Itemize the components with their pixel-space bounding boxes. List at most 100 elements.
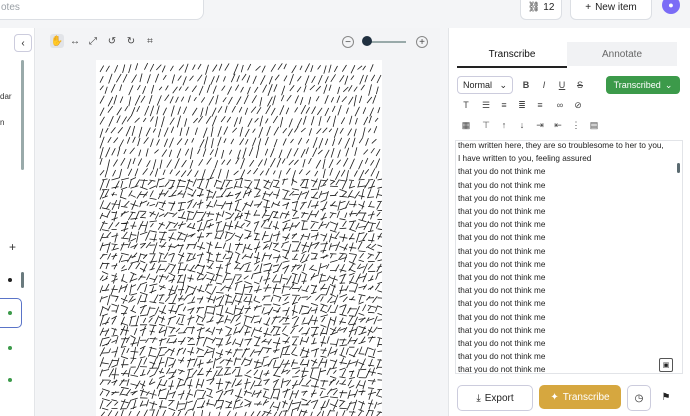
chevron-down-icon: ⌄: [499, 79, 507, 90]
list-scrollbar[interactable]: [21, 272, 24, 288]
left-item-label: dar: [0, 92, 12, 101]
link-button[interactable]: ∞: [553, 98, 567, 112]
indent-button[interactable]: ⇥: [533, 118, 547, 132]
rotate-right-tool[interactable]: ↻: [124, 34, 138, 48]
underline-button[interactable]: U: [555, 78, 569, 92]
chevron-left-icon: ‹: [21, 37, 25, 49]
handwriting-strokes: [99, 62, 382, 416]
transcript-editor[interactable]: them written here, they are so troubleso…: [455, 140, 683, 374]
text-style-select[interactable]: Normal ⌄: [457, 76, 513, 94]
align-center-icon: ≡: [537, 100, 543, 110]
tab-transcribe[interactable]: Transcribe: [457, 42, 567, 68]
search-input[interactable]: otes: [0, 0, 204, 20]
text-format-icon: T: [463, 100, 469, 110]
transcribe-label: Transcribe: [562, 391, 610, 403]
search-placeholder: otes: [1, 2, 20, 13]
notes-count-badge[interactable]: ⛓ 12: [520, 0, 562, 20]
left-panel: ‹ dar n +: [0, 28, 35, 416]
history-button[interactable]: ◷: [627, 385, 651, 411]
expand-tool[interactable]: ⤢: [86, 34, 100, 48]
numbered-list-icon: ≡: [501, 100, 507, 110]
bullet-list-button[interactable]: ☰: [479, 98, 493, 112]
numbered-list-button[interactable]: ≡: [497, 98, 511, 112]
insert-row-above-button[interactable]: ⊤: [479, 118, 493, 132]
new-item-button[interactable]: + New item: [570, 0, 652, 20]
unlink-button[interactable]: ⊘: [571, 98, 585, 112]
align-center-button[interactable]: ≡: [533, 98, 547, 112]
transcript-lines: them written here, they are so troubleso…: [458, 141, 664, 373]
zoom-in-button[interactable]: +: [416, 36, 428, 48]
bold-icon: B: [522, 80, 530, 90]
expand-icon: ⤢: [89, 35, 97, 47]
transcript-line: that you do not think me: [458, 352, 546, 362]
selected-list-item[interactable]: [0, 298, 22, 328]
tab-annotate[interactable]: Annotate: [567, 42, 677, 66]
status-dot: [8, 278, 12, 282]
collapse-panel-button[interactable]: ‹: [14, 34, 32, 52]
align-left-icon: ≣: [518, 99, 526, 110]
unlink-icon: ⊘: [574, 99, 582, 110]
align-left-button[interactable]: ≣: [515, 98, 529, 112]
zoom-in-icon: +: [419, 36, 425, 48]
move-up-button[interactable]: ↑: [497, 118, 511, 132]
arrow-down-icon: ↓: [519, 120, 525, 130]
fit-width-tool[interactable]: ↔: [68, 34, 82, 48]
split-cell-button[interactable]: ⋮: [569, 118, 583, 132]
transcript-line: that you do not think me: [458, 259, 546, 269]
status-dot: [8, 378, 12, 382]
status-dot: [8, 311, 12, 315]
strikethrough-button[interactable]: S: [573, 78, 587, 92]
manuscript-page[interactable]: [96, 60, 382, 416]
crop-icon: ⌗: [147, 35, 153, 47]
transcript-line: that you do not think me: [458, 207, 546, 217]
transcript-line: I have written to you, feeling assured: [458, 154, 592, 164]
status-dropdown[interactable]: Transcribed ⌄: [606, 76, 680, 94]
transcript-line: that you do not think me: [458, 286, 546, 296]
transcript-line: that you do not think me: [458, 180, 546, 190]
table-button[interactable]: ▦: [459, 118, 473, 132]
merge-cell-button[interactable]: ▤: [587, 118, 601, 132]
clear-format-button[interactable]: T: [459, 98, 473, 112]
hand-icon: ✋: [50, 35, 64, 47]
arrow-up-icon: ↑: [501, 120, 507, 130]
italic-button[interactable]: I: [537, 78, 551, 92]
download-icon: ⤓: [476, 392, 481, 404]
export-button[interactable]: ⤓ Export: [457, 385, 533, 411]
zoom-slider-handle[interactable]: [362, 36, 372, 46]
transcription-panel: Transcribe Annotate Normal ⌄ B I U S Tra…: [448, 28, 690, 416]
flag-icon: ⚑: [661, 391, 671, 403]
rotate-left-tool[interactable]: ↺: [105, 34, 119, 48]
save-icon: ▣: [662, 362, 670, 369]
hand-tool[interactable]: ✋: [50, 34, 64, 48]
outdent-button[interactable]: ⇤: [551, 118, 565, 132]
count-label: 12: [543, 1, 555, 13]
indent-icon: ⇥: [536, 119, 544, 130]
left-scrollbar[interactable]: [21, 60, 24, 170]
transcript-line: that you do not think me: [458, 220, 546, 230]
user-icon: ●: [668, 0, 674, 10]
transcript-line: that you do not think me: [458, 325, 546, 335]
left-item-label: n: [0, 118, 5, 127]
document-viewer: ✋ ↔ ⤢ ↺ ↻ ⌗ − +: [36, 28, 440, 416]
transcribe-button[interactable]: ✦ Transcribe: [539, 385, 621, 409]
status-dot: [8, 346, 12, 350]
transcript-line: that you do not think me: [458, 233, 546, 243]
add-button[interactable]: +: [9, 240, 16, 254]
avatar[interactable]: ●: [662, 0, 680, 14]
italic-icon: I: [542, 80, 546, 90]
new-item-label: New item: [595, 1, 637, 13]
link-icon: ∞: [556, 100, 564, 110]
bold-button[interactable]: B: [519, 78, 533, 92]
bullet-list-icon: ☰: [481, 99, 491, 110]
transcript-line: that you do not think me: [458, 312, 546, 322]
link-icon: ⛓: [527, 1, 541, 13]
zoom-out-button[interactable]: −: [342, 36, 354, 48]
transcript-line: them written here, they are so troubleso…: [458, 141, 664, 150]
flag-button[interactable]: ⚑: [655, 385, 677, 409]
move-down-button[interactable]: ↓: [515, 118, 529, 132]
editor-scrollbar[interactable]: [677, 163, 680, 173]
crop-tool[interactable]: ⌗: [143, 34, 157, 48]
save-button[interactable]: ▣: [659, 358, 673, 372]
transcript-line: that you do not think me: [458, 167, 546, 177]
top-bar: otes ⛓ 12 + New item ●: [0, 0, 690, 22]
